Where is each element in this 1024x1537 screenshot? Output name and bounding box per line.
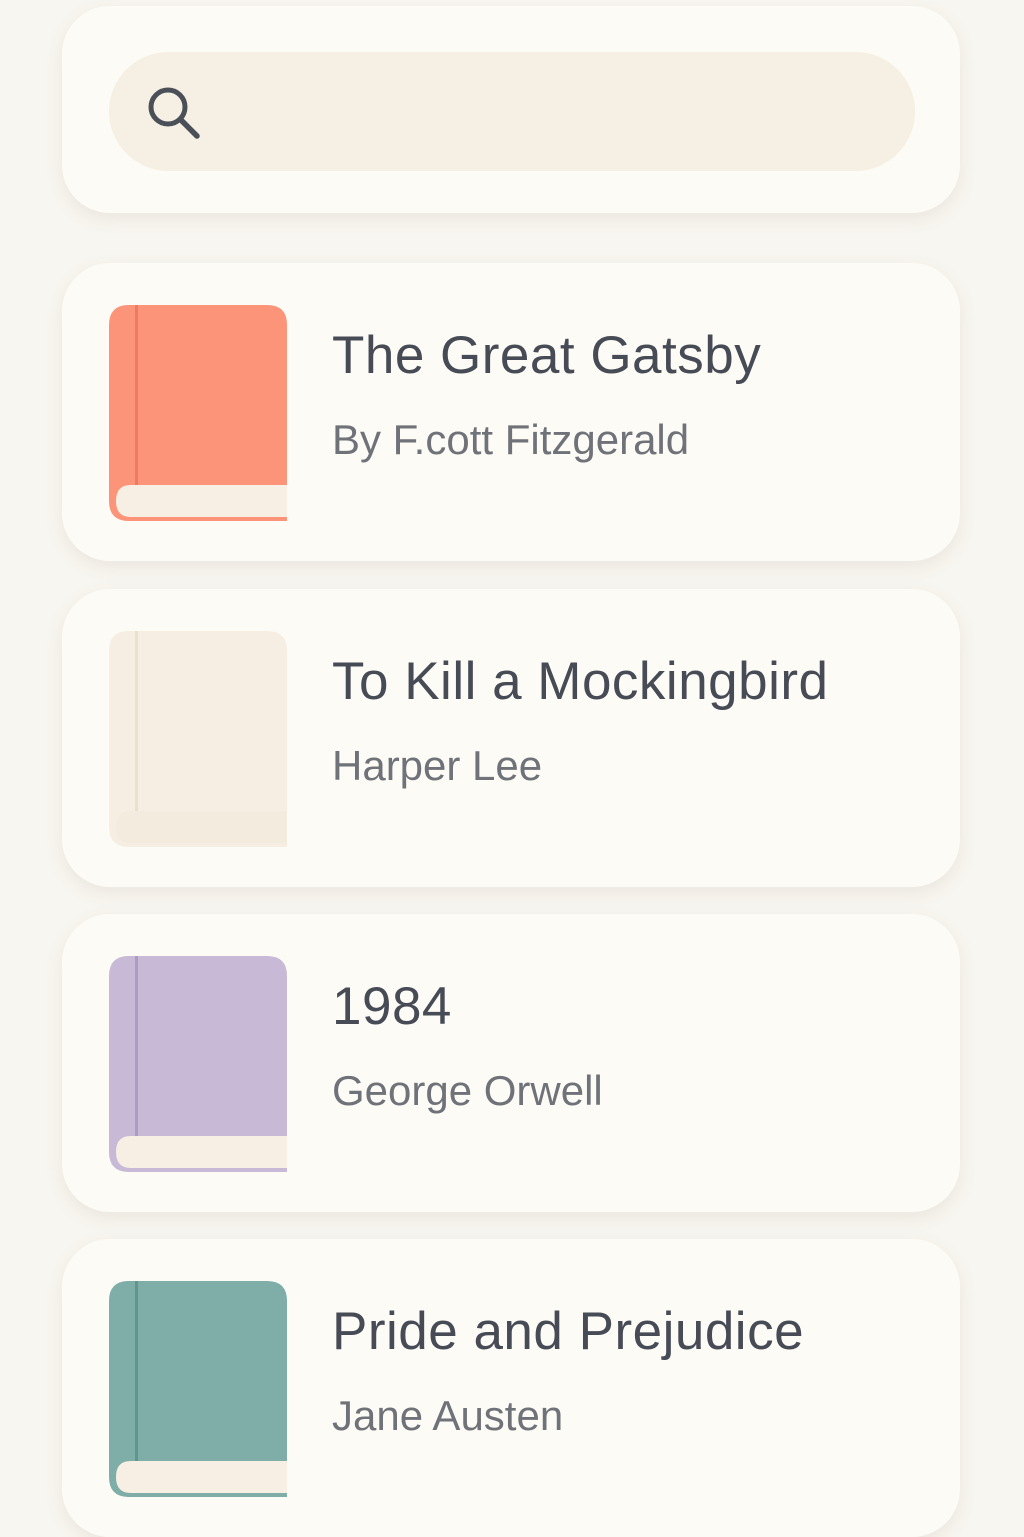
- book-title: Pride and Prejudice: [332, 1302, 805, 1361]
- book-pages: [116, 1461, 287, 1493]
- book-author: Jane Austen: [332, 1392, 564, 1439]
- search-card: [62, 6, 960, 213]
- book-title: To Kill a Mockingbird: [332, 652, 829, 711]
- book-author: Harper Lee: [332, 742, 543, 789]
- book-spine: [135, 956, 138, 1136]
- book-card-to-kill-a-mockingbird[interactable]: To Kill a Mockingbird Harper Lee: [62, 589, 960, 887]
- search-input[interactable]: [229, 52, 875, 173]
- book-pages: [116, 485, 287, 517]
- book-card-1984[interactable]: 1984 George Orwell: [62, 914, 960, 1212]
- book-icon: [109, 631, 287, 847]
- book-pages: [116, 1136, 287, 1168]
- book-spine: [135, 1281, 138, 1461]
- book-card-pride-and-prejudice[interactable]: Pride and Prejudice Jane Austen: [62, 1239, 960, 1537]
- book-pages: [116, 811, 287, 843]
- book-author: By F.cott Fitzgerald: [332, 416, 690, 463]
- book-title: 1984: [332, 977, 452, 1036]
- book-icon: [109, 956, 287, 1172]
- book-icon: [109, 1281, 287, 1497]
- book-icon: [109, 305, 287, 521]
- search-bar[interactable]: [109, 52, 915, 173]
- book-card-great-gatsby[interactable]: The Great Gatsby By F.cott Fitzgerald: [62, 263, 960, 561]
- book-author: George Orwell: [332, 1067, 603, 1114]
- book-spine: [135, 305, 138, 485]
- book-spine: [135, 631, 138, 811]
- search-icon[interactable]: [143, 82, 205, 144]
- book-title: The Great Gatsby: [332, 326, 762, 385]
